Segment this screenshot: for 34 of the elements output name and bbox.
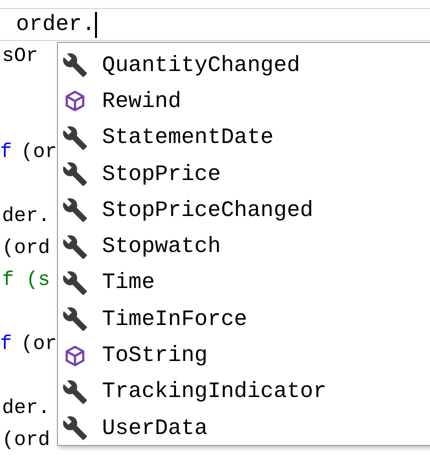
code-text: der. <box>2 204 50 230</box>
wrench-icon <box>62 306 88 332</box>
completion-item[interactable]: StatementDate <box>58 120 430 156</box>
wrench-icon <box>62 161 88 188</box>
completion-item[interactable]: StopPrice <box>58 156 430 192</box>
cube-icon <box>64 90 86 112</box>
completion-item[interactable]: ToString <box>58 337 430 374</box>
completion-item[interactable]: Stopwatch <box>58 228 430 265</box>
code-text: f (s <box>2 268 50 294</box>
code-text: (ord <box>2 428 50 454</box>
wrench-icon <box>62 124 88 151</box>
wrench-icon <box>62 234 88 260</box>
wrench-icon <box>62 415 88 442</box>
wrench-icon <box>62 197 88 224</box>
completion-item[interactable]: Rewind <box>58 83 430 120</box>
cube-icon <box>64 344 86 367</box>
completion-item[interactable]: StopPriceChanged <box>58 192 430 228</box>
text-cursor <box>95 12 98 38</box>
completion-item[interactable]: TrackingIndicator <box>58 374 430 410</box>
completion-item[interactable]: QuantityChanged <box>58 47 430 84</box>
code-text: (or <box>20 140 58 166</box>
wrench-icon <box>62 378 88 405</box>
wrench-icon <box>62 270 88 296</box>
completion-item[interactable]: TimeInForce <box>58 301 430 338</box>
code-text: f <box>0 332 12 358</box>
completion-item[interactable]: UserData <box>58 410 430 446</box>
code-text: f <box>0 140 12 166</box>
completion-item[interactable]: Time <box>58 264 430 302</box>
code-text: (ord <box>2 236 50 262</box>
code-line: order. <box>16 14 96 36</box>
wrench-icon <box>62 52 88 78</box>
code-text: der. <box>2 396 50 422</box>
code-text: sOr <box>2 44 38 70</box>
code-text: (or <box>20 332 58 358</box>
